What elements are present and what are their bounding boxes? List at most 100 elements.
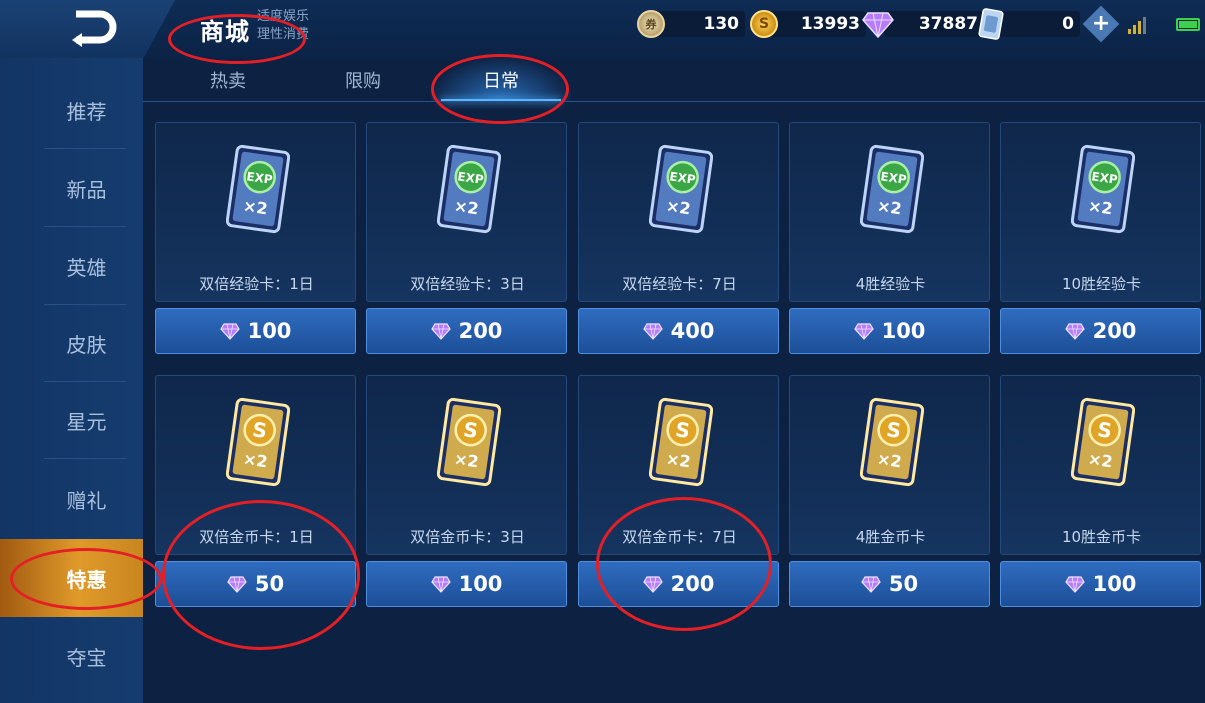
product-card[interactable]: S ×2 双倍金币卡：7日: [578, 375, 779, 555]
exp-card-icon: EXP ×2: [437, 144, 501, 234]
sidebar-item-recommend[interactable]: 推荐: [0, 72, 143, 148]
tab-limited[interactable]: 限购: [293, 58, 433, 102]
product-name: 4胜金币卡: [855, 528, 926, 546]
price-value: 100: [881, 319, 926, 343]
card-multiplier-text: ×2: [665, 196, 692, 218]
price-value: 100: [1092, 572, 1137, 596]
sidebar-item-heroes[interactable]: 英雄: [0, 228, 143, 304]
sidebar-item-skins[interactable]: 皮肤: [0, 305, 143, 381]
price-value: 50: [254, 572, 285, 596]
gold-card-icon: S ×2: [1071, 397, 1135, 487]
price-value: 200: [670, 572, 715, 596]
sidebar-divider: [44, 148, 126, 149]
buy-price-button[interactable]: 100: [155, 308, 356, 354]
card-multiplier-text: ×2: [453, 196, 480, 218]
ticket-count: 0: [998, 11, 1080, 37]
currency-diamond: 37887: [862, 10, 984, 39]
product-card[interactable]: EXP ×2 双倍经验卡：1日: [155, 122, 356, 302]
buy-price-button[interactable]: 100: [366, 561, 567, 607]
price-value: 50: [888, 572, 919, 596]
buy-price-button[interactable]: 200: [578, 561, 779, 607]
currency-gold: S 13993: [750, 10, 866, 38]
product-card[interactable]: S ×2 10胜金币卡: [1000, 375, 1201, 555]
product-name: 双倍经验卡：3日: [410, 275, 525, 293]
product-name: 双倍金币卡：3日: [410, 528, 525, 546]
card-multiplier-text: ×2: [876, 196, 903, 218]
card-multiplier-text: ×2: [876, 449, 903, 471]
card-multiplier-text: ×2: [242, 449, 269, 471]
gold-count: 13993: [768, 11, 866, 37]
voucher-count: 130: [655, 11, 745, 37]
diamond-icon: [642, 323, 663, 340]
diamond-icon: [227, 576, 247, 593]
product-card[interactable]: EXP ×2 4胜经验卡: [789, 122, 990, 302]
sidebar-divider: [44, 226, 126, 227]
sidebar-item-new[interactable]: 新品: [0, 150, 143, 226]
product-card[interactable]: EXP ×2 10胜经验卡: [1000, 122, 1201, 302]
plus-icon: +: [1091, 11, 1111, 36]
gold-card-icon: S ×2: [437, 397, 501, 487]
signal-icon: [1128, 16, 1146, 34]
sidebar-item-special-offer[interactable]: 特惠: [0, 539, 143, 617]
health-notice-line2: 理性消费: [257, 27, 310, 42]
card-multiplier-text: ×2: [1087, 196, 1114, 218]
diamond-icon: [861, 576, 881, 593]
back-arrow-icon: [72, 10, 117, 47]
diamond-icon: [430, 323, 451, 340]
product-card[interactable]: EXP ×2 双倍经验卡：3日: [366, 122, 567, 302]
product-name: 10胜金币卡: [1061, 528, 1142, 546]
currency-voucher: 券 130: [637, 10, 745, 38]
product-name: 双倍金币卡：7日: [622, 528, 737, 546]
page-title: 商城: [200, 18, 250, 46]
product-card[interactable]: S ×2 双倍金币卡：1日: [155, 375, 356, 555]
price-value: 200: [458, 319, 503, 343]
price-value: 200: [1092, 319, 1137, 343]
tab-divider: [143, 101, 1205, 102]
sidebar-item-star[interactable]: 星元: [0, 382, 143, 458]
product-name: 双倍金币卡：1日: [199, 528, 314, 546]
exp-card-icon: EXP ×2: [1071, 144, 1135, 234]
health-notice: 适度娱乐 理性消费: [257, 8, 327, 44]
card-multiplier-text: ×2: [453, 449, 480, 471]
card-ticket-icon: [978, 8, 1004, 40]
product-card[interactable]: S ×2 双倍金币卡：3日: [366, 375, 567, 555]
tab-daily[interactable]: 日常: [431, 58, 571, 102]
diamond-icon: [1064, 323, 1085, 340]
diamond-icon: [1064, 576, 1085, 593]
diamond-icon: [642, 576, 663, 593]
product-name: 10胜经验卡: [1061, 275, 1142, 293]
shop-tabs: 热卖 限购 日常: [143, 58, 1205, 104]
buy-price-button[interactable]: 200: [366, 308, 567, 354]
tab-hot[interactable]: 热卖: [158, 58, 298, 102]
product-name: 双倍经验卡：7日: [622, 275, 737, 293]
buy-price-button[interactable]: 50: [155, 561, 356, 607]
gold-card-icon: S ×2: [860, 397, 924, 487]
buy-price-button[interactable]: 100: [1000, 561, 1201, 607]
currency-ticket: 0 +: [978, 5, 1120, 43]
buy-price-button[interactable]: 400: [578, 308, 779, 354]
sidebar-item-gift[interactable]: 赠礼: [0, 461, 143, 537]
product-name: 双倍经验卡：1日: [199, 275, 314, 293]
buy-price-button[interactable]: 50: [789, 561, 990, 607]
gold-card-icon: S ×2: [226, 397, 290, 487]
diamond-icon: [862, 12, 894, 39]
back-button[interactable]: [62, 6, 122, 48]
diamond-icon: [853, 323, 874, 340]
card-multiplier-text: ×2: [242, 196, 269, 218]
exp-card-icon: EXP ×2: [649, 144, 713, 234]
product-grid: EXP ×2 双倍经验卡：1日 100 EXP ×2 双倍经验卡：3日 200 …: [155, 122, 1203, 612]
product-card[interactable]: S ×2 4胜金币卡: [789, 375, 990, 555]
price-value: 400: [670, 319, 715, 343]
card-multiplier-text: ×2: [665, 449, 692, 471]
top-bar: 商城 适度娱乐 理性消费 券 130 S 13993 37887 0 +: [0, 0, 1205, 58]
category-sidebar: 推荐 新品 英雄 皮肤 星元 赠礼 特惠 夺宝: [0, 58, 143, 703]
sidebar-item-treasure[interactable]: 夺宝: [0, 618, 143, 694]
card-multiplier-text: ×2: [1087, 449, 1114, 471]
recharge-plus-button[interactable]: +: [1082, 5, 1120, 43]
gold-coin-icon: S: [750, 10, 778, 38]
product-card[interactable]: EXP ×2 双倍经验卡：7日: [578, 122, 779, 302]
diamond-icon: [430, 576, 451, 593]
buy-price-button[interactable]: 200: [1000, 308, 1201, 354]
buy-price-button[interactable]: 100: [789, 308, 990, 354]
price-value: 100: [247, 319, 292, 343]
